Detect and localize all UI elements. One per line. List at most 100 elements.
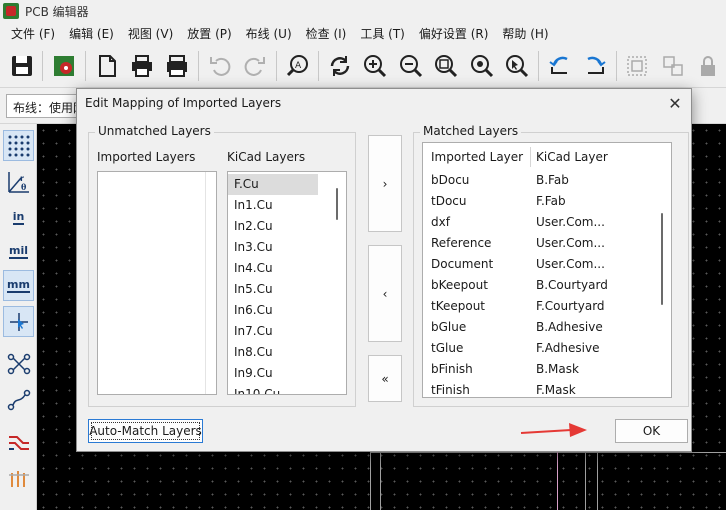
ok-button[interactable]: OK — [615, 419, 688, 443]
menu-inspect[interactable]: 检查 (I) — [299, 25, 354, 42]
menu-preferences[interactable]: 偏好设置 (R) — [412, 25, 496, 42]
matched-table-scrollbar-thumb[interactable] — [661, 213, 663, 305]
list-item[interactable]: In9.Cu — [228, 363, 273, 384]
list-item[interactable]: In1.Cu — [228, 195, 273, 216]
menu-view[interactable]: 视图 (V) — [121, 25, 180, 42]
units-mil-label: mil — [8, 243, 28, 259]
kicad-layers-scrollbar-thumb[interactable] — [336, 188, 338, 220]
list-item[interactable]: In8.Cu — [228, 342, 273, 363]
list-item[interactable]: In3.Cu — [228, 237, 273, 258]
table-cell-imported[interactable]: Reference — [431, 233, 529, 254]
board-outline-line — [557, 452, 558, 510]
toolbar-separator — [537, 50, 539, 81]
menu-bar: 文件 (F) 编辑 (E) 视图 (V) 放置 (P) 布线 (U) 检查 (I… — [0, 22, 726, 44]
table-cell-kicad[interactable]: User.Com... — [536, 233, 626, 254]
units-mil-button[interactable]: mil — [3, 236, 34, 267]
units-mm-label: mm — [7, 277, 30, 293]
kicad-layers-list[interactable]: F.Cu In1.Cu In2.Cu In3.Cu In4.Cu In5.Cu … — [227, 171, 347, 395]
toolbar-separator — [42, 50, 44, 81]
list-item[interactable]: In6.Cu — [228, 300, 273, 321]
table-cell-kicad[interactable]: B.Mask — [536, 359, 626, 380]
menu-place[interactable]: 放置 (P) — [180, 25, 238, 42]
table-cell-kicad[interactable]: B.Courtyard — [536, 275, 626, 296]
page-icon[interactable] — [91, 50, 122, 82]
show-pads-icon[interactable] — [3, 462, 34, 493]
list-item[interactable]: F.Cu — [228, 174, 318, 195]
table-cell-imported[interactable]: bKeepout — [431, 275, 529, 296]
menu-help[interactable]: 帮助 (H) — [495, 25, 555, 42]
matched-layers-table[interactable]: Imported Layer KiCad Layer bDocu B.Fab t… — [422, 142, 672, 398]
table-cell-kicad[interactable]: F.Courtyard — [536, 296, 626, 317]
add-mapping-button[interactable]: › — [368, 135, 402, 232]
table-cell-kicad[interactable]: F.Mask — [536, 380, 626, 397]
table-cell-imported[interactable]: tFinish — [431, 380, 529, 397]
table-cell-kicad[interactable]: B.Adhesive — [536, 317, 626, 338]
svg-text:θ: θ — [21, 182, 27, 192]
rotate-cw-icon[interactable] — [579, 50, 610, 82]
zoom-fit-icon[interactable] — [431, 50, 462, 82]
kicad-layers-header: KiCad Layers — [227, 150, 306, 164]
menu-tools[interactable]: 工具 (T) — [353, 25, 412, 42]
list-item[interactable]: In7.Cu — [228, 321, 273, 342]
toolbar-separator — [198, 50, 200, 81]
menu-edit[interactable]: 编辑 (E) — [62, 25, 121, 42]
redo-icon[interactable] — [239, 50, 270, 82]
menu-file[interactable]: 文件 (F) — [4, 25, 62, 42]
rotate-ccw-icon[interactable] — [544, 50, 575, 82]
table-cell-kicad[interactable]: User.Com... — [536, 212, 626, 233]
save-icon[interactable] — [6, 50, 37, 82]
matched-col-imported-header[interactable]: Imported Layer — [431, 147, 531, 168]
plot-icon[interactable] — [162, 50, 193, 82]
menu-route[interactable]: 布线 (U) — [239, 25, 299, 42]
table-cell-imported[interactable]: dxf — [431, 212, 529, 233]
polar-coords-icon[interactable]: rθ — [3, 166, 34, 197]
units-inch-button[interactable]: in — [3, 202, 34, 233]
list-item[interactable]: In5.Cu — [228, 279, 273, 300]
table-cell-imported[interactable]: bGlue — [431, 317, 529, 338]
board-setup-icon[interactable] — [48, 50, 79, 82]
table-cell-imported[interactable]: bDocu — [431, 170, 529, 191]
title-bar: PCB 编辑器 — [0, 0, 726, 22]
imported-layers-list[interactable] — [97, 171, 217, 395]
dialog-title: Edit Mapping of Imported Layers — [77, 89, 691, 117]
board-outline-line — [370, 452, 726, 453]
show-tracks-icon[interactable] — [3, 426, 34, 457]
toolbar-separator — [318, 50, 320, 81]
table-cell-imported[interactable]: tKeepout — [431, 296, 529, 317]
matched-col-kicad-header[interactable]: KiCad Layer — [536, 147, 626, 168]
zoom-objects-icon[interactable] — [466, 50, 497, 82]
grid-toggle-icon[interactable] — [3, 130, 34, 161]
cursor-crosshair-icon[interactable] — [3, 306, 34, 337]
table-cell-imported[interactable]: tDocu — [431, 191, 529, 212]
auto-match-layers-button[interactable]: Auto-Match Layers — [88, 419, 203, 443]
remove-all-mappings-button[interactable]: « — [368, 355, 402, 402]
units-mm-button[interactable]: mm — [3, 270, 34, 301]
table-cell-kicad[interactable]: B.Fab — [536, 170, 626, 191]
curved-ratsnest-icon[interactable] — [3, 384, 34, 415]
ungroup-icon[interactable] — [657, 50, 688, 82]
list-item[interactable]: In2.Cu — [228, 216, 273, 237]
table-cell-kicad[interactable]: F.Fab — [536, 191, 626, 212]
table-cell-imported[interactable]: bFinish — [431, 359, 529, 380]
zoom-out-icon[interactable] — [395, 50, 426, 82]
print-icon[interactable] — [126, 50, 157, 82]
close-icon[interactable]: ✕ — [663, 91, 687, 115]
zoom-in-icon[interactable] — [360, 50, 391, 82]
ratsnest-icon[interactable] — [3, 348, 34, 379]
undo-icon[interactable] — [204, 50, 235, 82]
table-cell-imported[interactable]: Document — [431, 254, 529, 275]
header-divider — [530, 147, 531, 167]
imported-layers-scrollbar[interactable] — [205, 172, 216, 394]
group-icon[interactable] — [622, 50, 653, 82]
list-item[interactable]: In10.Cu — [228, 384, 280, 394]
refresh-icon[interactable] — [324, 50, 355, 82]
zoom-selection-icon[interactable] — [501, 50, 532, 82]
track-width-select[interactable]: 布线：使用网 — [6, 93, 86, 118]
remove-mapping-button[interactable]: ‹ — [368, 245, 402, 342]
lock-icon[interactable] — [692, 50, 723, 82]
table-cell-imported[interactable]: tGlue — [431, 338, 529, 359]
find-icon[interactable]: A — [282, 50, 313, 82]
table-cell-kicad[interactable]: User.Com... — [536, 254, 626, 275]
list-item[interactable]: In4.Cu — [228, 258, 273, 279]
table-cell-kicad[interactable]: F.Adhesive — [536, 338, 626, 359]
